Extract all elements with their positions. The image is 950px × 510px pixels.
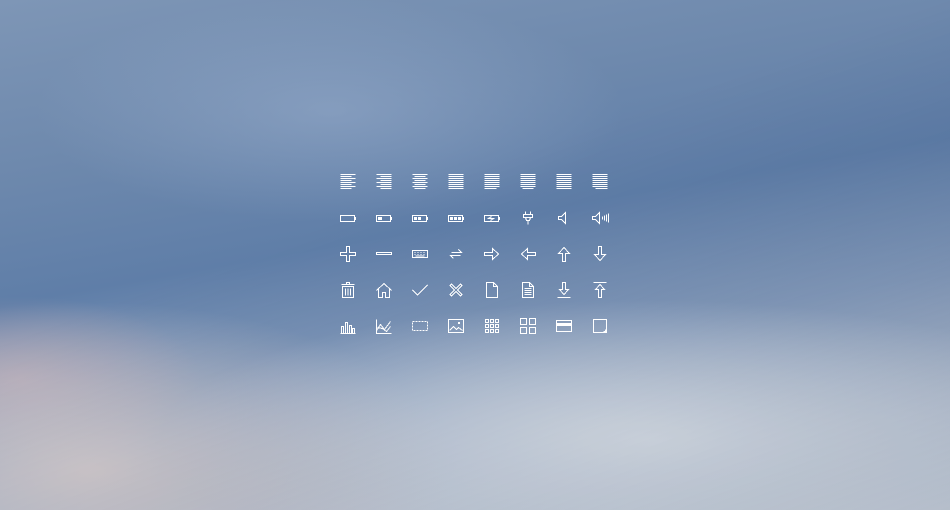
arrow-right-icon[interactable] — [474, 236, 510, 272]
close-icon[interactable] — [438, 272, 474, 308]
grid-9-icon[interactable] — [474, 308, 510, 344]
line-chart-icon[interactable] — [366, 308, 402, 344]
arrow-up-icon[interactable] — [546, 236, 582, 272]
arrow-down-icon[interactable] — [582, 236, 618, 272]
battery-charging-icon[interactable] — [474, 200, 510, 236]
align-right-icon[interactable] — [366, 164, 402, 200]
image-icon[interactable] — [438, 308, 474, 344]
justify-left-icon[interactable] — [474, 164, 510, 200]
selection-icon[interactable] — [402, 308, 438, 344]
plug-icon[interactable] — [510, 200, 546, 236]
resize-icon[interactable] — [582, 308, 618, 344]
battery-empty-icon[interactable] — [330, 200, 366, 236]
trash-icon[interactable] — [330, 272, 366, 308]
volume-low-icon[interactable] — [546, 200, 582, 236]
home-icon[interactable] — [366, 272, 402, 308]
plus-icon[interactable] — [330, 236, 366, 272]
swap-icon[interactable] — [438, 236, 474, 272]
align-left-icon[interactable] — [330, 164, 366, 200]
grid-4-icon[interactable] — [510, 308, 546, 344]
bar-chart-icon[interactable] — [330, 308, 366, 344]
align-justify-icon[interactable] — [438, 164, 474, 200]
icon-grid — [330, 164, 618, 344]
credit-card-icon[interactable] — [546, 308, 582, 344]
battery-full-icon[interactable] — [438, 200, 474, 236]
justify-right-icon[interactable] — [582, 164, 618, 200]
align-center-icon[interactable] — [402, 164, 438, 200]
document-icon[interactable] — [474, 272, 510, 308]
justify-all-icon[interactable] — [546, 164, 582, 200]
battery-half-icon[interactable] — [402, 200, 438, 236]
document-text-icon[interactable] — [510, 272, 546, 308]
arrow-left-icon[interactable] — [510, 236, 546, 272]
download-icon[interactable] — [546, 272, 582, 308]
volume-high-icon[interactable] — [582, 200, 618, 236]
justify-center-icon[interactable] — [510, 164, 546, 200]
upload-icon[interactable] — [582, 272, 618, 308]
battery-low-icon[interactable] — [366, 200, 402, 236]
keyboard-icon[interactable] — [402, 236, 438, 272]
checkmark-icon[interactable] — [402, 272, 438, 308]
minus-icon[interactable] — [366, 236, 402, 272]
